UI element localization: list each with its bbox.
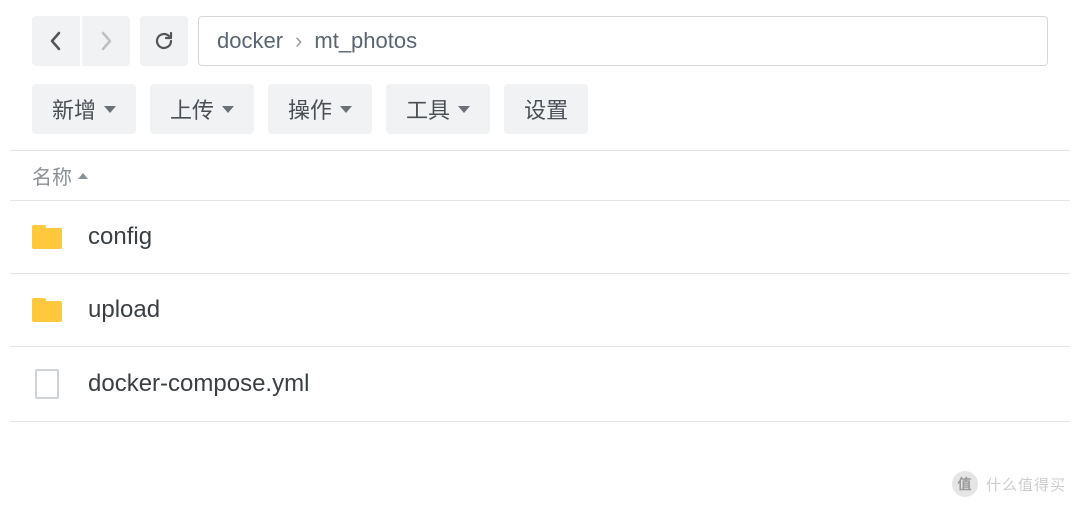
chevron-right-icon: ›: [295, 28, 302, 54]
caret-down-icon: [222, 106, 234, 113]
navigation-bar: docker › mt_photos: [0, 0, 1080, 76]
folder-icon: [32, 225, 62, 249]
toolbar: 新增 上传 操作 工具 设置: [0, 76, 1080, 150]
chevron-right-icon: [99, 31, 113, 51]
file-name: upload: [88, 296, 160, 324]
refresh-icon: [153, 30, 175, 52]
breadcrumb-segment[interactable]: docker: [217, 28, 283, 54]
file-name: docker-compose.yml: [88, 370, 309, 398]
nav-history-group: [32, 16, 130, 66]
list-item[interactable]: upload: [10, 274, 1070, 347]
caret-down-icon: [104, 106, 116, 113]
file-icon: [35, 369, 59, 399]
sort-ascending-icon: [78, 173, 88, 179]
file-list: 名称 config upload docker-compose.yml: [0, 150, 1080, 422]
caret-down-icon: [340, 106, 352, 113]
breadcrumb[interactable]: docker › mt_photos: [198, 16, 1048, 66]
nav-forward-button[interactable]: [82, 16, 130, 66]
watermark-text: 什么值得买: [986, 474, 1066, 495]
list-item[interactable]: docker-compose.yml: [10, 347, 1070, 422]
action-button-label: 操作: [288, 93, 332, 125]
settings-button[interactable]: 设置: [504, 84, 588, 134]
column-header-name[interactable]: 名称: [10, 150, 1070, 201]
upload-button[interactable]: 上传: [150, 84, 254, 134]
breadcrumb-segment[interactable]: mt_photos: [314, 28, 417, 54]
file-name: config: [88, 223, 152, 251]
caret-down-icon: [458, 106, 470, 113]
watermark: 值 什么值得买: [952, 471, 1066, 497]
tools-button-label: 工具: [406, 93, 450, 125]
new-button-label: 新增: [52, 93, 96, 125]
chevron-left-icon: [49, 31, 63, 51]
nav-back-button[interactable]: [32, 16, 80, 66]
list-item[interactable]: config: [10, 201, 1070, 274]
tools-button[interactable]: 工具: [386, 84, 490, 134]
new-button[interactable]: 新增: [32, 84, 136, 134]
column-header-label: 名称: [32, 161, 72, 190]
action-button[interactable]: 操作: [268, 84, 372, 134]
folder-icon: [32, 298, 62, 322]
refresh-button[interactable]: [140, 16, 188, 66]
upload-button-label: 上传: [170, 93, 214, 125]
watermark-badge-icon: 值: [952, 471, 978, 497]
settings-button-label: 设置: [524, 93, 568, 125]
